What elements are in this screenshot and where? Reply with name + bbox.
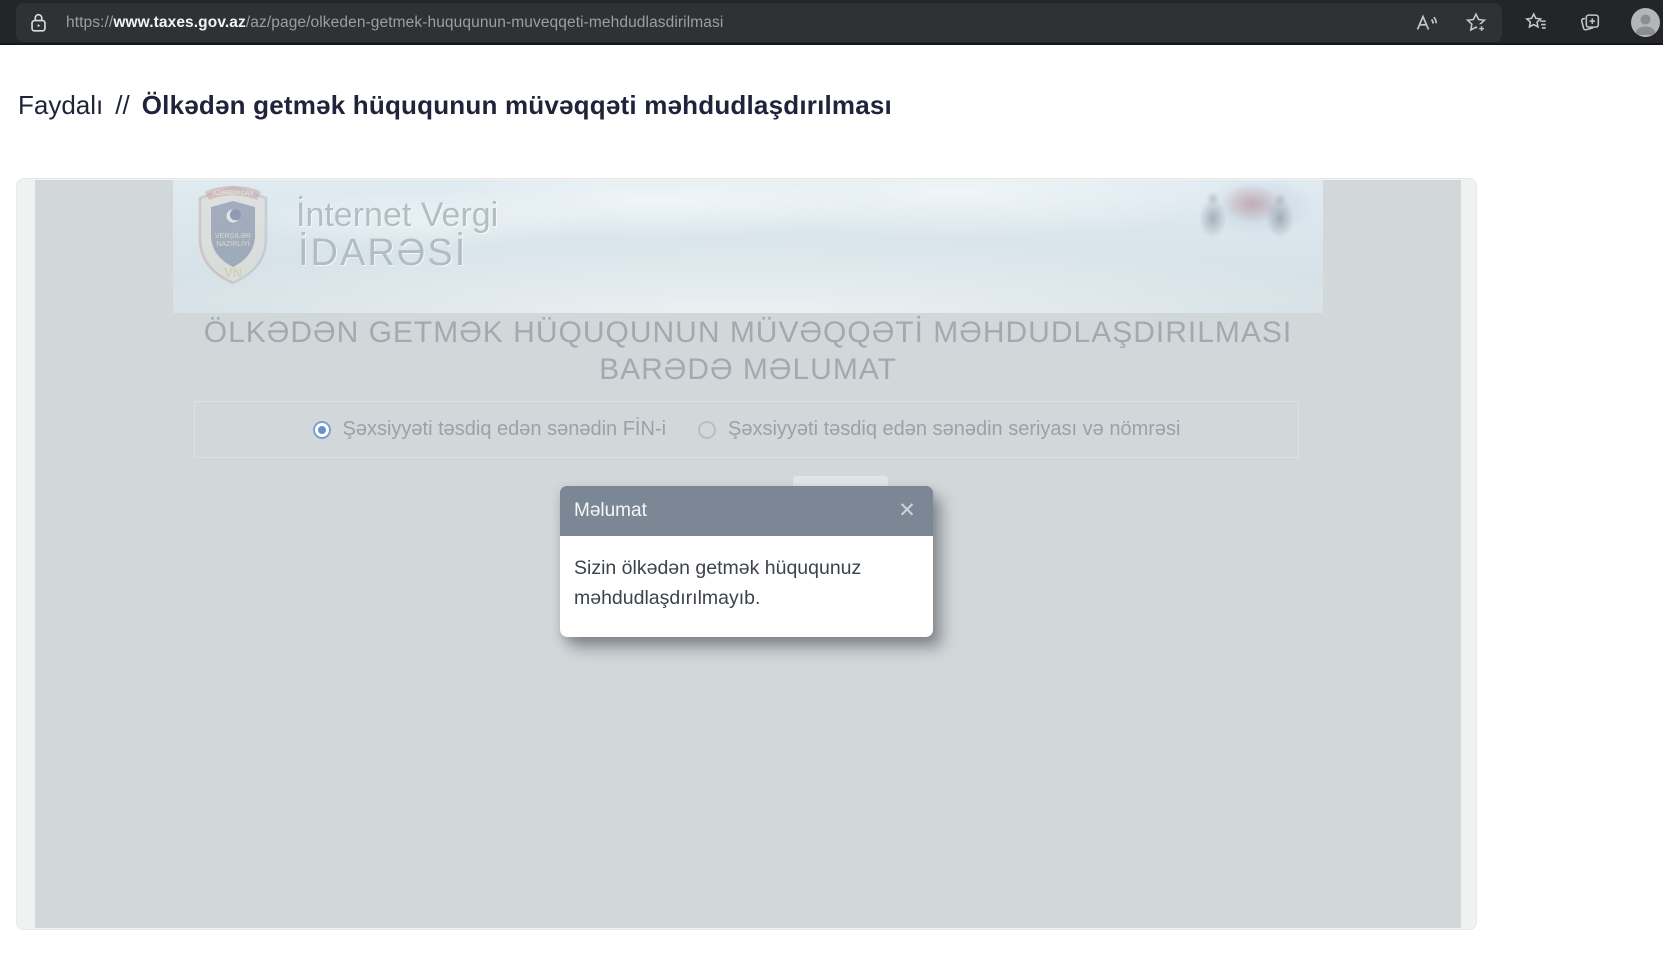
portal-heading-line1: ÖLKƏDƏN GETMƏK HÜQUQUNUN MÜVƏQQƏTİ MƏHDU…: [173, 314, 1323, 351]
radio-option-fin-label: Şəxsiyyəti təsdiq edən sənədin FİN-i: [343, 418, 667, 441]
url-scheme: https://: [66, 14, 113, 31]
radio-selected-icon[interactable]: [313, 421, 331, 439]
url-domain: www.taxes.gov.az: [113, 14, 246, 31]
info-modal: Məlumat ✕ Sizin ölkədən getmək hüququnuz…: [560, 486, 933, 637]
close-icon[interactable]: ✕: [894, 498, 920, 524]
radio-option-series-label: Şəxsiyyəti təsdiq edən sənədin seriyası …: [728, 418, 1180, 441]
address-bar[interactable]: https://www.taxes.gov.az/az/page/olkeden…: [16, 3, 1502, 42]
modal-body: Sizin ölkədən getmək hüququnuz məhdudlaş…: [560, 536, 933, 637]
modal-header: Məlumat ✕: [560, 486, 933, 536]
profile-avatar[interactable]: [1631, 8, 1660, 37]
url-path: /az/page/olkeden-getmek-huququnun-muveqq…: [246, 14, 724, 31]
portal-banner: AZƏRBAYCAN VERGİLƏR NAZİRLİYİ VN İnterne…: [173, 180, 1323, 313]
read-aloud-icon[interactable]: [1414, 11, 1438, 35]
portal-heading: ÖLKƏDƏN GETMƏK HÜQUQUNUN MÜVƏQQƏTİ MƏHDU…: [173, 314, 1323, 388]
logo-mid-text-1: VERGİLƏR: [215, 231, 251, 240]
document-type-radio-group: Şəxsiyyəti təsdiq edən sənədin FİN-i Şəx…: [194, 401, 1299, 458]
collections-icon[interactable]: [1578, 10, 1602, 34]
portal-brand-line2: İDARƏSİ: [298, 232, 467, 275]
modal-message: Sizin ölkədən getmək hüququnuz məhdudlaş…: [574, 553, 904, 613]
logo-monogram: VN: [224, 265, 242, 280]
url-text[interactable]: https://www.taxes.gov.az/az/page/olkeden…: [66, 14, 723, 32]
modal-title: Məlumat: [574, 500, 647, 522]
tax-ministry-logo-icon: AZƏRBAYCAN VERGİLƏR NAZİRLİYİ VN: [193, 184, 273, 286]
portal-brand-line1: İnternet Vergi: [296, 196, 498, 235]
breadcrumb: Faydalı // Ölkədən getmək hüququnun müvə…: [18, 90, 892, 121]
breadcrumb-section[interactable]: Faydalı: [18, 90, 103, 121]
radio-option-series[interactable]: Şəxsiyyəti təsdiq edən sənədin seriyası …: [698, 418, 1180, 441]
logo-mid-text-2: NAZİRLİYİ: [216, 239, 250, 248]
page-title: Ölkədən getmək hüququnun müvəqqəti məhdu…: [142, 90, 892, 121]
lock-icon[interactable]: [29, 12, 48, 33]
favorites-hub-icon[interactable]: [1524, 10, 1548, 34]
radio-option-fin[interactable]: Şəxsiyyəti təsdiq edən sənədin FİN-i: [313, 418, 667, 441]
radio-unselected-icon[interactable]: [698, 421, 716, 439]
logo-ribbon-text: AZƏRBAYCAN: [213, 191, 254, 197]
page: https://www.taxes.gov.az/az/page/olkeden…: [0, 0, 1663, 977]
browser-toolbar: https://www.taxes.gov.az/az/page/olkeden…: [0, 0, 1663, 45]
portal-heading-line2: BARƏDƏ MƏLUMAT: [173, 351, 1323, 388]
breadcrumb-separator: //: [115, 90, 129, 121]
add-favorite-icon[interactable]: [1464, 11, 1488, 35]
banner-officials-photo: [1168, 180, 1323, 242]
